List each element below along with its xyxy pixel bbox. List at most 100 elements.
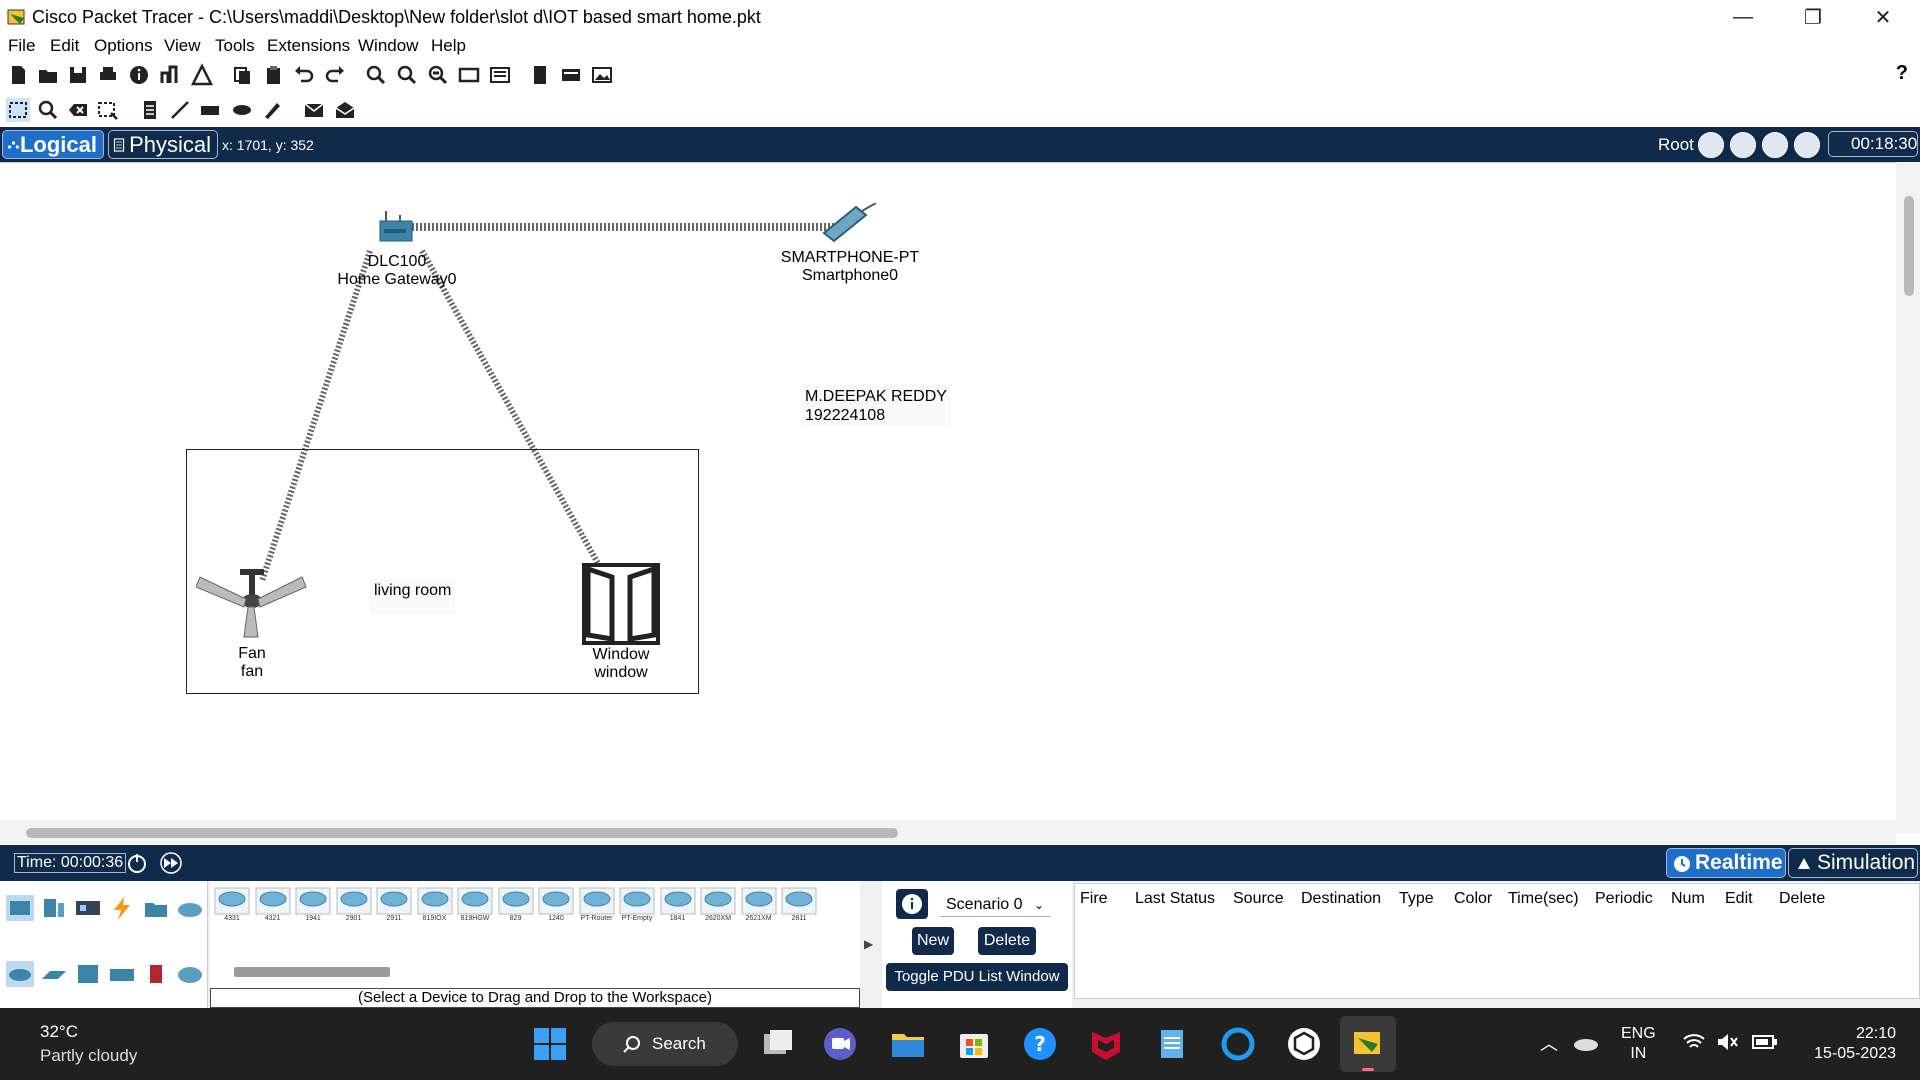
pdu-col-last-status[interactable]: Last Status — [1135, 890, 1215, 908]
device-list-scrollbar[interactable] — [234, 967, 390, 977]
menu-window[interactable]: Window — [358, 36, 418, 56]
wifi-icon[interactable] — [1682, 1032, 1706, 1052]
power-cycle-icon[interactable] — [126, 852, 148, 874]
delete-tool-icon[interactable] — [66, 98, 90, 122]
new-file-icon[interactable] — [6, 63, 30, 87]
device-tile[interactable]: 829 — [498, 887, 534, 922]
workspace-vertical-scrollbar[interactable] — [1896, 162, 1920, 834]
pdu-col-periodic[interactable]: Periodic — [1595, 890, 1653, 908]
picture-icon[interactable] — [590, 63, 614, 87]
minimize-button[interactable]: — — [1712, 0, 1774, 34]
smartphone-icon[interactable] — [820, 203, 880, 247]
window-device-icon[interactable] — [582, 563, 660, 645]
device-tile[interactable]: PT-Empty — [619, 887, 655, 922]
miscellaneous-category-icon[interactable] — [142, 895, 170, 921]
task-view-icon[interactable] — [760, 1026, 796, 1062]
open-folder-icon[interactable] — [36, 63, 60, 87]
home-gateway-icon[interactable] — [378, 211, 416, 245]
hubs-subcategory-icon[interactable] — [74, 961, 102, 987]
add-complex-pdu-icon[interactable] — [333, 98, 357, 122]
workspace-horizontal-scrollbar[interactable] — [0, 820, 1896, 844]
device-tile[interactable]: 2811 — [781, 887, 817, 922]
battery-icon[interactable] — [1752, 1033, 1778, 1051]
scenario-info-icon[interactable] — [896, 889, 928, 919]
fast-forward-icon[interactable] — [158, 852, 184, 874]
input-language[interactable]: ENG IN — [1621, 1024, 1656, 1064]
pdu-col-fire[interactable]: Fire — [1080, 890, 1108, 908]
multiuser-category-icon[interactable] — [176, 895, 204, 921]
cortana-icon[interactable] — [1220, 1026, 1256, 1062]
delete-scenario-button[interactable]: Delete — [978, 927, 1036, 955]
packet-tracer-taskbar-button[interactable] — [1340, 1016, 1396, 1072]
menu-file[interactable]: File — [8, 36, 35, 56]
save-icon[interactable] — [66, 63, 90, 87]
custom-devices-dialog-icon[interactable] — [488, 63, 512, 87]
device-template-icon[interactable] — [559, 63, 583, 87]
notepad-icon[interactable] — [1154, 1026, 1190, 1062]
taskbar-search[interactable]: Search — [592, 1022, 738, 1066]
security-subcategory-icon[interactable] — [142, 961, 170, 987]
device-tile[interactable]: 819IOX — [417, 887, 453, 922]
menu-tools[interactable]: Tools — [215, 36, 255, 56]
device-tile[interactable]: 1841 — [660, 887, 696, 922]
pdu-col-delete[interactable]: Delete — [1779, 890, 1825, 908]
drawing-palette-icon[interactable] — [457, 63, 481, 87]
wan-emulation-subcategory-icon[interactable] — [176, 961, 204, 987]
device-tile[interactable]: 1240 — [538, 887, 574, 922]
device-tile[interactable]: PT-Router — [579, 887, 615, 922]
root-breadcrumb[interactable]: Root — [1658, 135, 1694, 155]
pdu-col-color[interactable]: Color — [1454, 890, 1492, 908]
wireless-subcategory-icon[interactable] — [108, 961, 136, 987]
ceiling-fan-icon[interactable] — [196, 567, 308, 639]
back-icon[interactable] — [1698, 132, 1724, 158]
device-tile[interactable]: 2621XM — [741, 887, 777, 922]
device-tile[interactable]: 2911 — [376, 887, 412, 922]
paste-icon[interactable] — [261, 63, 285, 87]
mcafee-icon[interactable] — [1088, 1026, 1124, 1062]
resize-shape-icon[interactable] — [96, 98, 120, 122]
weather-temperature[interactable]: 32°C — [40, 1022, 78, 1042]
weather-description[interactable]: Partly cloudy — [40, 1046, 137, 1066]
menu-edit[interactable]: Edit — [50, 36, 79, 56]
device-tile[interactable]: 4321 — [255, 887, 291, 922]
pdu-col-num[interactable]: Num — [1671, 890, 1705, 908]
menu-options[interactable]: Options — [94, 36, 153, 56]
device-tile[interactable]: 819HGW — [457, 887, 493, 922]
redo-icon[interactable] — [323, 63, 347, 87]
zoom-in-icon[interactable] — [364, 63, 388, 87]
viewport-clock[interactable]: 00:18:30 — [1828, 131, 1918, 157]
info-icon[interactable] — [127, 63, 151, 87]
get-help-icon[interactable]: ? — [1022, 1026, 1058, 1062]
tab-logical[interactable]: Logical — [2, 130, 104, 159]
draw-rectangle-icon[interactable] — [198, 98, 222, 122]
set-background-icon[interactable] — [1794, 132, 1820, 158]
switches-subcategory-icon[interactable] — [40, 961, 68, 987]
place-note-icon[interactable] — [138, 98, 162, 122]
new-scenario-button[interactable]: New — [912, 927, 954, 955]
move-viewport-icon[interactable] — [1762, 132, 1788, 158]
device-tile[interactable]: 2620XM — [700, 887, 736, 922]
pdu-col-time[interactable]: Time(sec) — [1508, 890, 1579, 908]
chatgpt-icon[interactable] — [1286, 1026, 1322, 1062]
volume-muted-icon[interactable] — [1716, 1032, 1740, 1052]
scenario-select[interactable]: Scenario 0 ⌄ — [940, 893, 1050, 917]
undo-icon[interactable] — [292, 63, 316, 87]
menu-view[interactable]: View — [164, 36, 201, 56]
collapse-arrow-icon[interactable]: ▶ — [864, 937, 873, 951]
pdu-col-destination[interactable]: Destination — [1301, 890, 1381, 908]
routers-subcategory-icon[interactable] — [6, 961, 34, 987]
end-devices-category-icon[interactable] — [40, 895, 68, 921]
file-explorer-icon[interactable] — [890, 1026, 926, 1062]
living-room-note[interactable]: living room — [370, 579, 456, 615]
teams-chat-icon[interactable] — [822, 1026, 858, 1062]
device-tile[interactable]: 1941 — [295, 887, 331, 922]
show-hidden-icons-icon[interactable]: ︿ — [1540, 1030, 1558, 1056]
windows-start-icon[interactable] — [532, 1026, 568, 1062]
simulation-mode-button[interactable]: Simulation — [1788, 848, 1918, 878]
inspect-tool-icon[interactable] — [36, 98, 60, 122]
pdu-col-edit[interactable]: Edit — [1725, 890, 1753, 908]
device-tile[interactable]: 4331 — [214, 887, 250, 922]
menu-extensions[interactable]: Extensions — [267, 36, 350, 56]
zoom-out-icon[interactable] — [426, 63, 450, 87]
cluster-cloud-icon[interactable] — [1730, 132, 1756, 158]
